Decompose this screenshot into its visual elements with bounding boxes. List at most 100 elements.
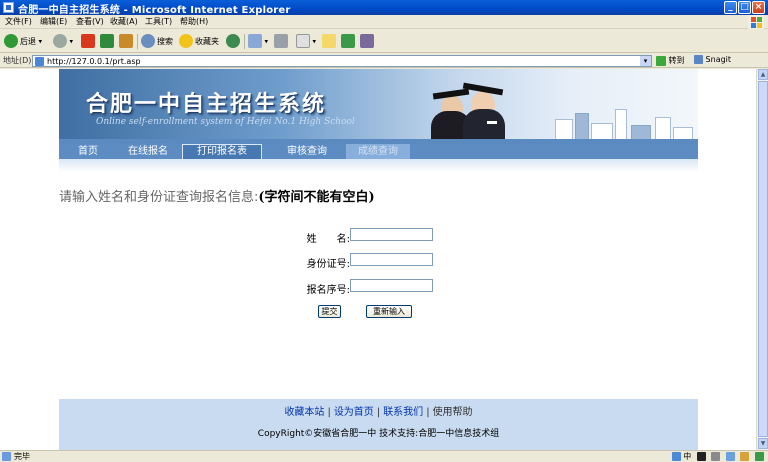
link-contact-us[interactable]: 联系我们 bbox=[383, 407, 423, 418]
id-number-input[interactable] bbox=[350, 253, 433, 266]
browser-viewport: 合肥一中自主招生系统 Online self-enrollment system… bbox=[0, 69, 756, 450]
history-button[interactable] bbox=[226, 34, 240, 50]
go-arrow-icon bbox=[656, 55, 666, 66]
footer-links: 收藏本站 | 设为首页 | 联系我们 | 使用帮助 bbox=[284, 407, 473, 418]
stop-icon bbox=[81, 34, 95, 48]
toolbar: 后退 ▾ ▾ 搜索 收藏夹 ▾ ▾ bbox=[0, 30, 768, 53]
snagit-button[interactable]: Snagit bbox=[694, 55, 731, 64]
forward-button[interactable]: ▾ bbox=[53, 34, 73, 50]
menu-favorites[interactable]: 收藏(A) bbox=[110, 16, 138, 27]
back-button[interactable]: 后退 ▾ bbox=[4, 34, 42, 50]
windows-logo-icon bbox=[748, 15, 764, 29]
nav-home[interactable]: 首页 bbox=[78, 144, 98, 159]
menu-bar: 文件(F) 编辑(E) 查看(V) 收藏(A) 工具(T) 帮助(H) bbox=[0, 15, 768, 29]
link-help[interactable]: 使用帮助 bbox=[433, 407, 473, 418]
research-button[interactable] bbox=[360, 34, 374, 50]
ie-page-icon bbox=[3, 2, 14, 13]
id-number-label: 身份证号: bbox=[306, 259, 350, 270]
status-bar: 完毕 中 bbox=[0, 450, 768, 462]
research-icon bbox=[360, 34, 374, 48]
refresh-icon bbox=[100, 34, 114, 48]
window-title-bar[interactable]: 合肥一中自主招生系统 - Microsoft Internet Explorer… bbox=[0, 0, 768, 16]
minimize-button[interactable]: _ bbox=[724, 1, 737, 14]
page-container: 合肥一中自主招生系统 Online self-enrollment system… bbox=[59, 69, 698, 450]
window-title: 合肥一中自主招生系统 - Microsoft Internet Explorer bbox=[18, 5, 291, 16]
page-done-icon bbox=[2, 452, 11, 461]
site-subtitle: Online self-enrollment system of Hefei N… bbox=[96, 117, 355, 127]
scroll-up-icon[interactable]: ▲ bbox=[758, 69, 768, 80]
discuss-button[interactable] bbox=[322, 34, 336, 50]
vertical-scrollbar[interactable]: ▲ ▼ bbox=[756, 69, 768, 450]
print-icon bbox=[274, 34, 288, 48]
forward-arrow-icon bbox=[53, 34, 67, 48]
refresh-button[interactable] bbox=[100, 34, 114, 50]
menu-tools[interactable]: 工具(T) bbox=[145, 16, 172, 27]
name-label: 姓 名: bbox=[306, 234, 350, 245]
chevron-down-icon: ▾ bbox=[264, 37, 269, 46]
messenger-button[interactable] bbox=[341, 34, 355, 50]
address-bar: 地址(D) http://127.0.0.1/prt.asp ▾ 转到 Snag… bbox=[0, 54, 768, 68]
print-button[interactable] bbox=[274, 34, 288, 50]
address-url: http://127.0.0.1/prt.asp bbox=[47, 57, 141, 66]
footer: 收藏本站 | 设为首页 | 联系我们 | 使用帮助 CopyRight©安徽省合肥一中 技术… bbox=[59, 399, 698, 450]
moon-icon[interactable] bbox=[696, 452, 706, 461]
messenger-icon bbox=[341, 34, 355, 48]
mail-button[interactable]: ▾ bbox=[248, 34, 268, 50]
serial-number-label: 报名序号: bbox=[306, 285, 350, 296]
maximize-button[interactable]: □ bbox=[738, 1, 751, 14]
scroll-thumb[interactable] bbox=[758, 81, 768, 437]
nav-score-query[interactable]: 成绩查询 bbox=[346, 144, 410, 159]
snagit-icon bbox=[694, 55, 703, 64]
chevron-down-icon: ▾ bbox=[69, 37, 74, 46]
system-tray: 中 bbox=[669, 451, 764, 462]
mail-icon bbox=[248, 34, 262, 48]
status-text: 完毕 bbox=[14, 452, 30, 461]
menu-view[interactable]: 查看(V) bbox=[76, 16, 104, 27]
ime-indicator[interactable]: 中 bbox=[683, 452, 691, 461]
nav-review-query[interactable]: 审核查询 bbox=[287, 144, 327, 159]
go-button[interactable]: 转到 bbox=[656, 55, 685, 66]
main-nav: 首页 在线报名 打印报名表 审核查询 成绩查询 bbox=[59, 144, 698, 159]
home-button[interactable] bbox=[119, 34, 133, 50]
reset-button[interactable]: 重新输入 bbox=[366, 305, 412, 318]
serial-number-input[interactable] bbox=[350, 279, 433, 292]
link-bookmark-site[interactable]: 收藏本站 bbox=[284, 407, 324, 418]
scroll-down-icon[interactable]: ▼ bbox=[758, 438, 768, 449]
chevron-down-icon[interactable]: ▾ bbox=[640, 56, 651, 66]
internet-zone-icon bbox=[755, 452, 764, 461]
query-prompt-note: (字符间不能有空白) bbox=[258, 190, 375, 205]
settings-icon[interactable] bbox=[740, 452, 750, 461]
search-icon bbox=[141, 34, 155, 48]
stop-button[interactable] bbox=[81, 34, 95, 50]
punctuation-icon[interactable] bbox=[711, 452, 721, 461]
home-icon bbox=[119, 34, 133, 48]
address-label: 地址(D) bbox=[3, 56, 32, 65]
close-button[interactable]: × bbox=[752, 1, 765, 14]
address-input[interactable]: http://127.0.0.1/prt.asp ▾ bbox=[32, 55, 652, 67]
copyright: CopyRight©安徽省合肥一中 技术支持:合肥一中信息技术组 bbox=[257, 429, 500, 439]
favorites-button[interactable]: 收藏夹 bbox=[179, 34, 219, 50]
menu-edit[interactable]: 编辑(E) bbox=[40, 16, 67, 27]
ime-icon[interactable] bbox=[671, 452, 681, 461]
history-icon bbox=[226, 34, 240, 48]
submit-button[interactable]: 提交 bbox=[318, 305, 341, 318]
chevron-down-icon: ▾ bbox=[312, 37, 317, 46]
menu-help[interactable]: 帮助(H) bbox=[180, 16, 208, 27]
nav-online-register[interactable]: 在线报名 bbox=[128, 144, 168, 159]
query-prompt: 请输入姓名和身份证查询报名信息:(字符间不能有空白) bbox=[59, 190, 375, 205]
keyboard-icon[interactable] bbox=[725, 452, 735, 461]
site-banner: 合肥一中自主招生系统 Online self-enrollment system… bbox=[59, 69, 698, 144]
edit-icon bbox=[296, 34, 310, 48]
name-input[interactable] bbox=[350, 228, 433, 241]
search-button[interactable]: 搜索 bbox=[141, 34, 173, 50]
menu-file[interactable]: 文件(F) bbox=[5, 16, 32, 27]
chevron-down-icon: ▾ bbox=[38, 37, 43, 46]
nav-print-form[interactable]: 打印报名表 bbox=[182, 144, 262, 159]
star-icon bbox=[179, 34, 193, 48]
back-arrow-icon bbox=[4, 34, 18, 48]
site-title: 合肥一中自主招生系统 bbox=[86, 91, 327, 117]
page-icon bbox=[35, 57, 44, 66]
link-set-homepage[interactable]: 设为首页 bbox=[334, 407, 374, 418]
edit-button[interactable]: ▾ bbox=[296, 34, 316, 50]
note-icon bbox=[322, 34, 336, 48]
